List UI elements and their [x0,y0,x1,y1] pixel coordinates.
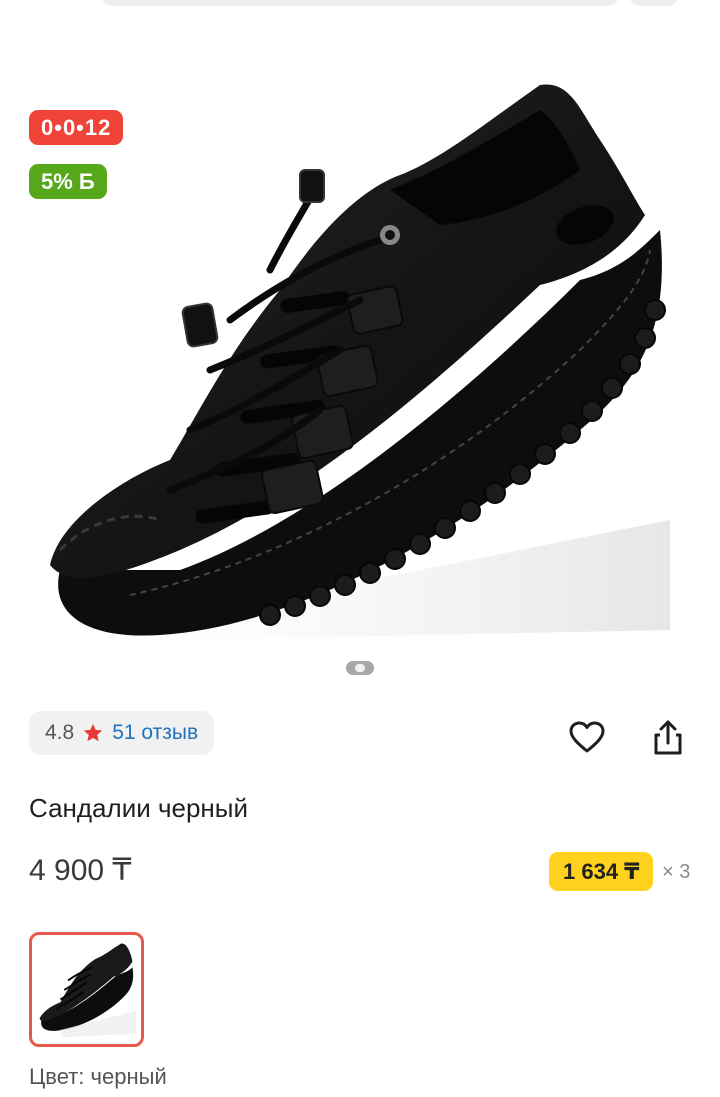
color-label: Цвет: черный [29,1064,167,1090]
variant-image [39,943,137,1038]
rating-summary[interactable]: 4.8 51 отзыв [29,711,215,755]
heart-icon [569,721,605,753]
share-icon [654,720,682,755]
share-button[interactable] [648,718,688,758]
rating-value: 4.8 [45,721,75,744]
top-bar-remnant [0,0,720,6]
search-bar[interactable] [100,0,620,6]
color-variant-thumbnail[interactable] [29,932,144,1047]
bonus-badge: 5% Б [29,164,107,199]
product-gallery[interactable]: 0•0•12 5% Б [0,30,720,660]
product-title: Сандалии черный [29,793,248,823]
installment-badge[interactable]: 1 634 ₸ [549,852,654,891]
product-price: 4 900 ₸ [29,854,132,887]
color-label-prefix: Цвет: [29,1064,85,1089]
color-value: черный [90,1064,167,1089]
top-action-button[interactable] [628,0,680,6]
installment-multiplier: × 3 [662,861,691,883]
reviews-link[interactable]: 51 отзыв [112,721,198,745]
star-icon [84,723,103,742]
timer-badge: 0•0•12 [29,110,124,145]
favorite-button[interactable] [567,718,607,758]
gallery-pager-indicator [346,661,374,675]
